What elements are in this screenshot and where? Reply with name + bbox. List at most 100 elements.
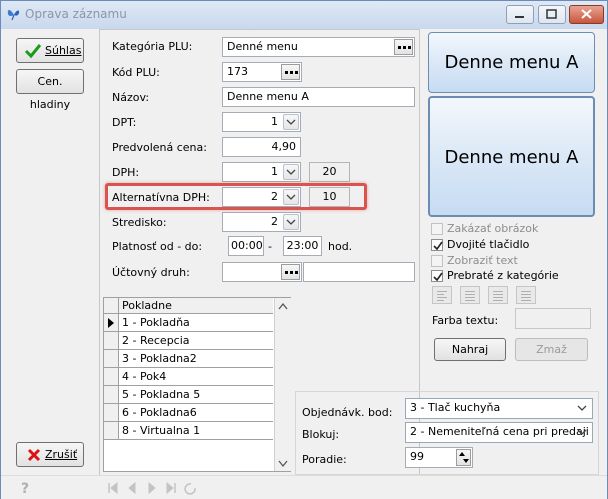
record-navigator[interactable] [107, 481, 207, 495]
svg-text:?: ? [21, 481, 29, 496]
account-type-field[interactable] [222, 262, 302, 282]
vat-label: DPH: [112, 166, 140, 179]
preview-button-large[interactable]: Denne menu A [428, 96, 595, 217]
vat-value: 1 [271, 165, 278, 178]
red-x-icon [27, 448, 41, 462]
valid-from-field[interactable]: 00:00 [228, 236, 264, 256]
plu-category-field[interactable]: Denné menu [222, 37, 415, 57]
preview-button-small[interactable]: Denne menu A [428, 32, 595, 93]
plu-category-browse-button[interactable] [394, 39, 413, 55]
maximize-button[interactable] [538, 5, 566, 24]
plu-code-browse-button[interactable] [281, 64, 300, 80]
table-row[interactable]: 8 - Virtualna 1 [118, 422, 273, 440]
order-point-select[interactable]: 3 - Tlač kuchyňa [405, 398, 593, 419]
vat-rate: 20 [309, 162, 350, 182]
plu-code-label: Kód PLU: [112, 66, 160, 79]
default-price-label: Predvolená cena: [112, 141, 207, 154]
minimize-button[interactable] [506, 5, 534, 24]
account-type-browse-button[interactable] [281, 264, 300, 280]
price-levels-button[interactable]: Cen. hladiny [16, 69, 84, 111]
plu-category-label: Kategória PLU: [112, 40, 193, 53]
butterfly-icon [7, 10, 20, 21]
title-bar: Oprava záznamu [1, 1, 607, 29]
show-text-label: Zobraziť text [447, 254, 518, 267]
align-center-button[interactable] [460, 286, 480, 304]
vat-select[interactable]: 1 [222, 162, 301, 182]
double-button-label: Dvojité tlačidlo [447, 238, 530, 251]
grid-scrollbar[interactable] [274, 298, 291, 471]
table-row[interactable]: 6 - Pokladna6 [118, 404, 273, 422]
status-bar: ? [1, 475, 607, 499]
chevron-down-icon [286, 119, 296, 125]
cancel-label: Zrušiť [45, 448, 78, 461]
close-icon [581, 9, 592, 19]
dpt-select[interactable]: 1 [222, 112, 301, 132]
chevron-down-icon [286, 194, 296, 200]
vat-dropdown-button[interactable] [283, 164, 299, 180]
table-row[interactable]: 3 - Pokladna2 [118, 350, 273, 368]
text-color-swatch[interactable] [515, 308, 591, 329]
grid-header: Pokladne [118, 298, 273, 314]
preview-button-small-label: Denne menu A [444, 52, 579, 73]
show-text-checkbox[interactable] [431, 255, 443, 267]
center-select[interactable]: 2 [222, 212, 301, 232]
validity-label: Platnosť od - do: [112, 240, 203, 253]
alt-vat-label: Alternatívna DPH: [112, 191, 210, 204]
load-image-button[interactable]: Nahraj [434, 338, 506, 361]
price-levels-label: Cen. hladiny [29, 75, 71, 111]
first-record-icon [110, 481, 118, 495]
center-dropdown-button[interactable] [283, 214, 299, 230]
help-icon[interactable]: ? [19, 480, 33, 496]
inherit-category-checkbox[interactable] [431, 270, 443, 282]
table-row[interactable]: 2 - Recepcia [118, 332, 273, 350]
confirm-button[interactable]: Súhlas [16, 38, 84, 63]
checkmark-icon [433, 272, 443, 282]
inherit-category-label: Prebraté z kategórie [447, 269, 559, 282]
maximize-icon [546, 9, 557, 19]
sequence-spinner[interactable] [456, 449, 471, 466]
name-field[interactable]: Denne menu A [222, 87, 415, 107]
checkmark-icon [433, 241, 443, 251]
block-dropdown-button[interactable] [575, 424, 591, 440]
valid-to-field[interactable]: 23:00 [283, 236, 322, 256]
align-right-icon [493, 291, 503, 292]
table-row[interactable]: 4 - Pok4 [118, 368, 273, 386]
chevron-down-icon [286, 219, 296, 225]
validity-separator: - [268, 240, 272, 253]
default-price-field[interactable]: 4,90 [222, 137, 301, 157]
alt-vat-select[interactable]: 2 [222, 187, 301, 207]
block-select[interactable]: 2 - Nemeniteľná cena pri predaji [405, 422, 593, 443]
order-point-dropdown-button[interactable] [575, 400, 591, 416]
sequence-label: Poradie: [302, 453, 347, 466]
account-type-description [303, 262, 415, 282]
name-value: Denne menu A [227, 90, 309, 103]
delete-image-button[interactable]: Zmaž [515, 338, 588, 361]
alt-vat-rate: 10 [309, 187, 350, 207]
plu-code-value: 173 [227, 65, 248, 78]
sequence-value: 99 [410, 450, 424, 463]
plu-code-field[interactable]: 173 [222, 62, 302, 82]
alt-vat-dropdown-button[interactable] [283, 189, 299, 205]
align-right-button[interactable] [488, 286, 508, 304]
cancel-button[interactable]: Zrušiť [16, 442, 84, 467]
delete-image-label: Zmaž [536, 343, 567, 356]
vat-rate-value: 20 [322, 165, 337, 178]
alt-vat-value: 2 [271, 190, 278, 203]
sequence-field[interactable]: 99 [405, 447, 473, 468]
table-row[interactable]: 5 - Pokladna 5 [118, 386, 273, 404]
close-button[interactable] [569, 5, 604, 24]
window-title: Oprava záznamu [25, 7, 127, 21]
cash-registers-grid[interactable]: Pokladne 1 - Pokladňa 2 - Recepcia 3 - P… [103, 297, 291, 472]
center-value: 2 [271, 215, 278, 228]
align-justify-button[interactable] [516, 286, 536, 304]
row-indicator [104, 368, 118, 386]
table-row[interactable]: 1 - Pokladňa [118, 314, 273, 332]
align-left-button[interactable] [432, 286, 452, 304]
current-row-arrow-icon [108, 318, 114, 328]
valid-to-value: 23:00 [286, 239, 319, 252]
disable-image-checkbox[interactable] [431, 223, 443, 235]
next-record-icon [148, 481, 156, 495]
double-button-checkbox[interactable] [431, 239, 443, 251]
dpt-dropdown-button[interactable] [283, 114, 299, 130]
row-indicator [104, 332, 118, 350]
